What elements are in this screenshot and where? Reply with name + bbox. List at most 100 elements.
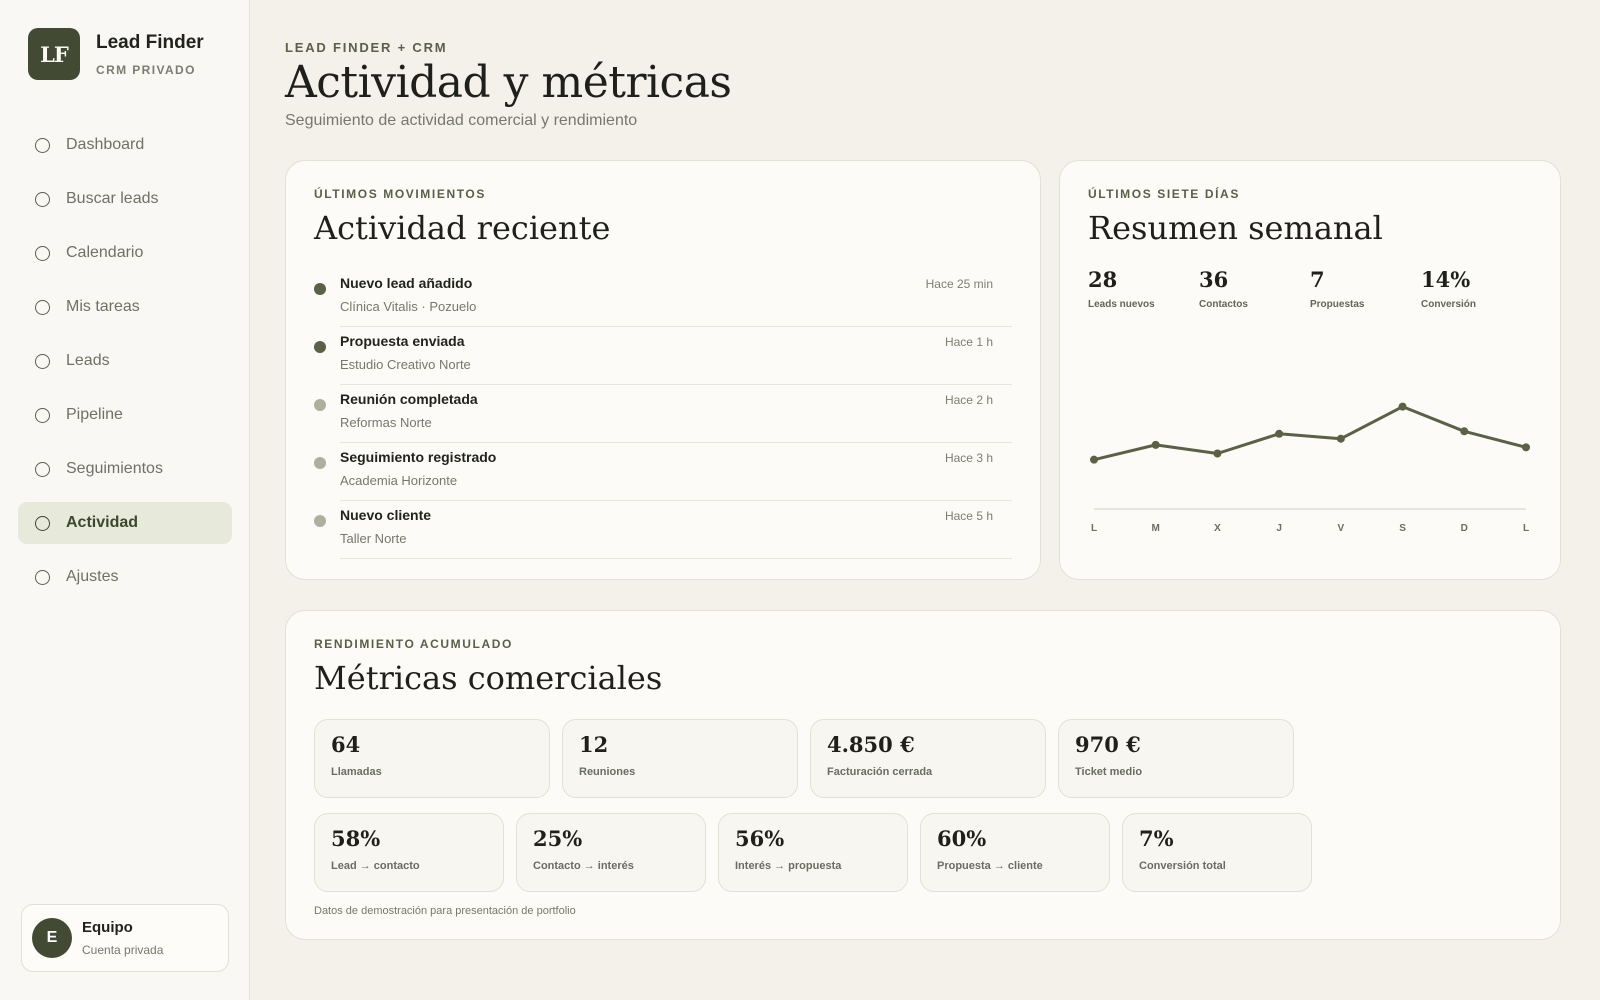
team-account-card[interactable]: E Equipo Cuenta privada	[21, 904, 229, 972]
activity-title: Seguimiento registrado	[340, 449, 497, 465]
metric-value: 56%	[735, 826, 785, 851]
status-dot	[314, 515, 326, 527]
circle-icon	[35, 299, 50, 315]
activity-time: Hace 3 h	[944, 451, 993, 465]
metric-interes-propuesta: 56% Interés → propuesta	[718, 813, 908, 892]
activity-title: Propuesta enviada	[340, 333, 465, 349]
page-header: LEAD FINDER + CRM Actividad y métricas S…	[285, 40, 732, 130]
list-item[interactable]: Nuevo cliente Taller Norte Hace 5 h	[314, 501, 1012, 559]
metric-label: Ticket medio	[1075, 766, 1143, 778]
metric-label: Lead → contacto	[331, 860, 420, 872]
x-tick-label: M	[1152, 523, 1160, 534]
sidebar-item-buscar-leads[interactable]: Buscar leads	[18, 178, 232, 220]
status-dot	[314, 399, 326, 411]
sidebar-item-mis-tareas[interactable]: Mis tareas	[18, 286, 232, 328]
stat-propuestas: 7 Propuestas	[1310, 267, 1421, 310]
data-point[interactable]	[1460, 427, 1469, 436]
sidebar: LF Lead Finder CRM PRIVADO Dashboard Bus…	[0, 0, 250, 1000]
stat-label: Contactos	[1199, 299, 1248, 310]
sidebar-item-leads[interactable]: Leads	[18, 340, 232, 382]
metric-label: Contacto → interés	[533, 860, 634, 872]
status-dot	[314, 283, 326, 295]
data-point[interactable]	[1213, 449, 1222, 458]
metric-contacto-interes: 25% Contacto → interés	[516, 813, 706, 892]
data-point[interactable]	[1151, 440, 1160, 449]
page-eyebrow: LEAD FINDER + CRM	[285, 40, 448, 55]
team-subtitle: Cuenta privada	[82, 943, 164, 957]
metric-label: Reuniones	[579, 766, 636, 778]
sidebar-item-label: Buscar leads	[66, 190, 159, 207]
list-item[interactable]: Propuesta enviada Estudio Creativo Norte…	[314, 327, 1012, 385]
metric-label: Interés → propuesta	[735, 860, 842, 872]
sidebar-item-calendario[interactable]: Calendario	[18, 232, 232, 274]
metric-label: Facturación cerrada	[827, 766, 933, 778]
weekly-summary-card: L M X J V S D L ÚLTIMOS SIETE DÍAS Resumen sema…	[1059, 160, 1561, 580]
metric-conversion-total: 7% Conversión total	[1122, 813, 1312, 892]
data-point[interactable]	[1275, 429, 1284, 438]
sidebar-item-label: Ajustes	[66, 568, 119, 585]
metric-label: Conversión total	[1139, 860, 1226, 872]
list-item[interactable]: Reunión completada Reformas Norte Hace 2…	[314, 385, 1012, 443]
sidebar-item-label: Actividad	[66, 514, 139, 531]
demo-note: Datos de demostración para presentación …	[314, 905, 576, 917]
circle-icon	[35, 353, 50, 369]
data-point[interactable]	[1336, 434, 1345, 443]
activity-subtitle: Academia Horizonte	[340, 473, 458, 488]
activity-subtitle: Estudio Creativo Norte	[340, 357, 471, 372]
activity-title: Reunión completada	[340, 391, 478, 407]
metrics-card: RENDIMIENTO ACUMULADO Métricas comercial…	[285, 610, 1561, 940]
circle-icon	[35, 515, 50, 531]
card-eyebrow: RENDIMIENTO ACUMULADO	[314, 637, 513, 651]
metric-value: 58%	[331, 826, 381, 851]
activity-title: Nuevo cliente	[340, 507, 432, 523]
sidebar-item-dashboard[interactable]: Dashboard	[18, 124, 232, 166]
data-point[interactable]	[1522, 443, 1530, 452]
list-item[interactable]: Nuevo lead añadido Clínica Vitalis · Poz…	[314, 269, 1012, 327]
activity-time: Hace 1 h	[944, 335, 993, 349]
metric-propuesta-cliente: 60% Propuesta → cliente	[920, 813, 1110, 892]
sidebar-item-actividad[interactable]: Actividad	[18, 502, 232, 544]
card-title: Resumen semanal	[1088, 209, 1383, 247]
metric-facturacion: 4.850 € Facturación cerrada	[810, 719, 1046, 798]
page-subtitle: Seguimiento de actividad comercial y ren…	[285, 112, 638, 129]
stat-value: 14%	[1421, 267, 1471, 292]
status-dot	[314, 341, 326, 353]
page-title: Actividad y métricas	[285, 57, 732, 108]
circle-icon	[35, 407, 50, 423]
x-tick-label: L	[1523, 523, 1529, 534]
stat-value: 7	[1310, 267, 1325, 292]
metric-value: 7%	[1139, 826, 1174, 851]
metric-value: 64	[331, 732, 361, 757]
metric-value: 4.850 €	[827, 732, 915, 757]
activity-card: ÚLTIMOS MOVIMIENTOS Actividad reciente N…	[285, 160, 1041, 580]
team-name: Equipo	[82, 919, 133, 936]
metrics-row-totals: 64 Llamadas 12 Reuniones 4.850 € Factura…	[314, 719, 1306, 798]
activity-subtitle: Clínica Vitalis · Pozuelo	[340, 299, 477, 314]
metric-reuniones: 12 Reuniones	[562, 719, 798, 798]
sidebar-item-label: Leads	[66, 352, 110, 369]
sidebar-item-seguimientos[interactable]: Seguimientos	[18, 448, 232, 490]
circle-icon	[35, 569, 50, 585]
weekly-stats: 28 Leads nuevos 36 Contactos 7 Propuesta…	[1088, 267, 1532, 310]
list-item[interactable]: Seguimiento registrado Academia Horizont…	[314, 443, 1012, 501]
sidebar-item-label: Dashboard	[66, 136, 145, 153]
stat-leads-nuevos: 28 Leads nuevos	[1088, 267, 1199, 310]
sidebar-item-ajustes[interactable]: Ajustes	[18, 556, 232, 598]
brand[interactable]: LF Lead Finder CRM PRIVADO	[28, 28, 204, 80]
circle-icon	[35, 461, 50, 477]
stat-label: Conversión	[1421, 299, 1477, 310]
data-point[interactable]	[1090, 455, 1098, 464]
circle-icon	[35, 245, 50, 261]
data-point[interactable]	[1398, 402, 1407, 411]
card-eyebrow: ÚLTIMOS SIETE DÍAS	[1088, 187, 1240, 201]
activity-time: Hace 2 h	[944, 393, 993, 407]
sidebar-item-pipeline[interactable]: Pipeline	[18, 394, 232, 436]
metric-value: 25%	[533, 826, 583, 851]
activity-list: Nuevo lead añadido Clínica Vitalis · Poz…	[314, 269, 1012, 559]
stat-label: Leads nuevos	[1088, 299, 1155, 310]
x-tick-label: J	[1276, 523, 1282, 534]
metric-label: Propuesta → cliente	[937, 860, 1043, 872]
card-title: Actividad reciente	[314, 209, 611, 247]
metric-value: 60%	[937, 826, 987, 851]
activity-subtitle: Taller Norte	[340, 531, 407, 546]
